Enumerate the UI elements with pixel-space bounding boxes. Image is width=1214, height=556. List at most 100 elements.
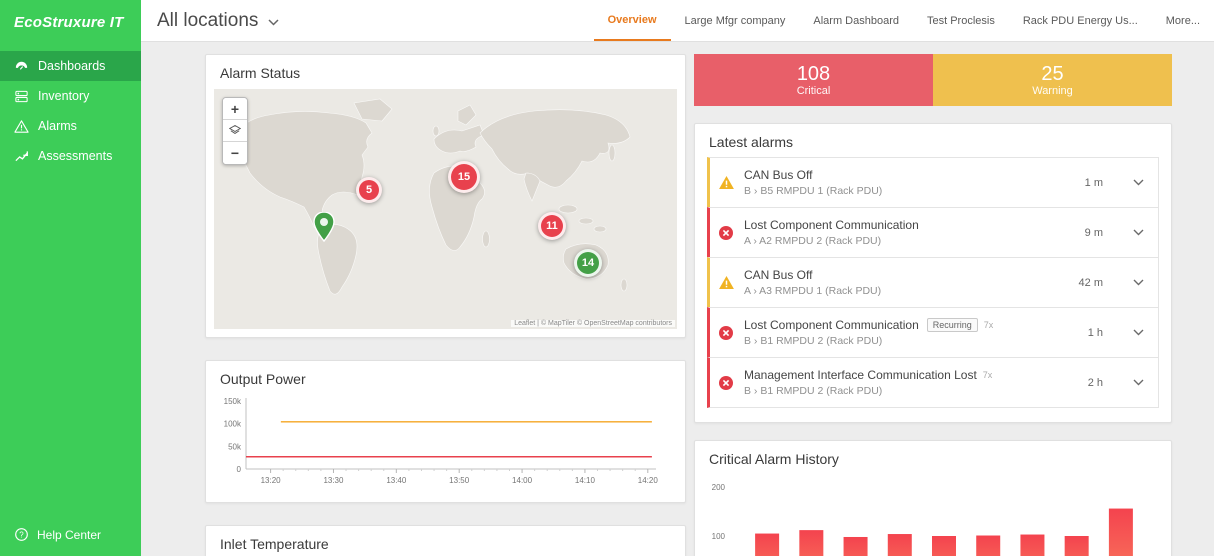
card-title: Latest alarms (695, 124, 1171, 156)
alarm-summary-row: 108 Critical 25 Warning (694, 54, 1172, 106)
warning-triangle-icon (719, 276, 734, 289)
output-power-chart: 050k100k150k13:2013:3013:4013:5014:0014:… (206, 393, 685, 502)
left-column: Alarm Status (205, 54, 686, 556)
critical-count-value: 108 (797, 63, 830, 85)
alarm-row[interactable]: CAN Bus Off A › A3 RMPDU 1 (Rack PDU) 42 m (707, 257, 1159, 308)
chevron-down-icon[interactable] (1129, 375, 1148, 390)
alarm-title: Lost Component Communication (744, 218, 919, 232)
latest-alarms-card: Latest alarms CAN Bus OffB › B5 RMPDU 1 … (694, 123, 1172, 423)
critical-alarm-history-chart: 200 100 (695, 473, 1171, 556)
dashboard-tabs: OverviewLarge Mfgr companyAlarm Dashboar… (594, 0, 1214, 41)
right-column: 108 Critical 25 Warning Latest alarms CA… (694, 54, 1172, 556)
card-title: Inlet Temperature (206, 526, 685, 556)
alarm-location: A › A3 RMPDU 1 (Rack PDU) (744, 285, 881, 297)
tab-more[interactable]: More... (1152, 0, 1214, 41)
zoom-in-button[interactable]: + (223, 98, 247, 120)
card-title: Output Power (206, 361, 685, 393)
critical-alarm-history-card: Critical Alarm History 200 100 (694, 440, 1172, 556)
card-title: Alarm Status (206, 55, 685, 87)
svg-text:200: 200 (712, 483, 726, 492)
alarm-location: B › B1 RMPDU 2 (Rack PDU) (744, 385, 992, 397)
ecostruxure-logo: EcoStruxure IT (0, 0, 141, 51)
svg-text:150k: 150k (224, 397, 242, 406)
output-power-card: Output Power 050k100k150k13:2013:3013:40… (205, 360, 686, 503)
alarm-status-card: Alarm Status (205, 54, 686, 338)
alarm-age: 1 h (1088, 327, 1119, 339)
sidebar-menu: Dashboards Inventory Alarms Assessments (0, 51, 141, 171)
latest-alarms-list: CAN Bus OffB › B5 RMPDU 1 (Rack PDU)1 mL… (707, 157, 1159, 408)
topbar: All locations OverviewLarge Mfgr company… (141, 0, 1214, 42)
location-selector[interactable]: All locations (157, 10, 279, 32)
inlet-temperature-card: Inlet Temperature 60 (205, 525, 686, 556)
alarm-location: A › A2 RMPDU 2 (Rack PDU) (744, 235, 919, 247)
map-cluster-marker[interactable]: 11 (538, 212, 566, 240)
layers-button[interactable] (223, 120, 247, 142)
main-area: All locations OverviewLarge Mfgr company… (141, 0, 1214, 556)
alarm-row[interactable]: Lost Component Communication A › A2 RMPDU… (707, 207, 1159, 258)
alarm-title: CAN Bus Off (744, 268, 812, 282)
recurrence-count: 7x (983, 370, 993, 380)
alarm-row[interactable]: CAN Bus OffB › B5 RMPDU 1 (Rack PDU)1 m (707, 157, 1159, 208)
tab-large-mfgr-company[interactable]: Large Mfgr company (671, 0, 800, 41)
alarm-row[interactable]: Lost Component CommunicationRecurring7xB… (707, 307, 1159, 358)
alarm-age: 9 m (1085, 227, 1119, 239)
alarm-title: Management Interface Communication Lost (744, 368, 977, 382)
alarm-title: Lost Component Communication (744, 318, 919, 332)
sidebar-item-label: Inventory (38, 89, 89, 103)
server-icon (14, 89, 29, 104)
sidebar: EcoStruxure IT Dashboards Inventory Alarms… (0, 0, 141, 556)
trend-icon (14, 149, 29, 164)
warning-count-tile[interactable]: 25 Warning (933, 54, 1172, 106)
critical-count-tile[interactable]: 108 Critical (694, 54, 933, 106)
world-map (214, 89, 670, 319)
critical-circle-icon (719, 326, 734, 340)
sidebar-item-dashboards[interactable]: Dashboards (0, 51, 141, 81)
alarm-status-map[interactable]: 5 15 11 14 + − Leaflet | © MapTiler © OpenS… (214, 89, 677, 329)
chevron-down-icon[interactable] (1129, 175, 1148, 190)
alarm-age: 42 m (1079, 277, 1119, 289)
card-title: Critical Alarm History (695, 441, 1171, 473)
zoom-out-button[interactable]: − (223, 142, 247, 164)
chevron-down-icon[interactable] (1129, 225, 1148, 240)
map-cluster-marker[interactable]: 15 (448, 161, 480, 193)
critical-count-label: Critical (797, 85, 831, 97)
location-selector-label: All locations (157, 10, 258, 32)
svg-text:14:00: 14:00 (512, 476, 533, 485)
sidebar-item-assessments[interactable]: Assessments (0, 141, 141, 171)
map-pin-marker[interactable] (313, 212, 335, 247)
svg-text:13:30: 13:30 (323, 476, 344, 485)
tab-alarm-dashboard[interactable]: Alarm Dashboard (799, 0, 913, 41)
help-icon: ? (14, 527, 29, 542)
alarm-row[interactable]: Management Interface Communication Lost 7… (707, 357, 1159, 408)
map-cluster-marker[interactable]: 14 (574, 249, 602, 277)
svg-text:?: ? (19, 530, 24, 539)
chevron-down-icon[interactable] (1129, 325, 1148, 340)
sidebar-item-alarms[interactable]: Alarms (0, 111, 141, 141)
svg-text:100: 100 (712, 532, 726, 541)
chevron-down-icon (268, 10, 279, 32)
sidebar-item-label: Alarms (38, 119, 77, 133)
critical-circle-icon (719, 376, 734, 390)
chevron-down-icon[interactable] (1129, 275, 1148, 290)
warning-triangle-icon (14, 119, 29, 134)
tab-test-proclesis[interactable]: Test Proclesis (913, 0, 1009, 41)
warning-count-value: 25 (1041, 63, 1063, 85)
critical-circle-icon (719, 226, 734, 240)
alarm-location: B › B1 RMPDU 2 (Rack PDU) (744, 335, 993, 347)
svg-text:0: 0 (237, 465, 242, 474)
sidebar-item-inventory[interactable]: Inventory (0, 81, 141, 111)
tab-overview[interactable]: Overview (594, 0, 671, 41)
map-attribution: Leaflet | © MapTiler © OpenStreetMap con… (511, 320, 675, 327)
alarm-age: 2 h (1088, 377, 1119, 389)
help-center-label: Help Center (37, 528, 101, 542)
alarm-title: CAN Bus Off (744, 168, 812, 182)
app-window: EcoStruxure IT Dashboards Inventory Alarms… (0, 0, 1214, 556)
help-center-button[interactable]: ? Help Center (0, 515, 141, 556)
dashboard-content: Alarm Status (141, 42, 1214, 556)
tab-rack-pdu-energy-us[interactable]: Rack PDU Energy Us... (1009, 0, 1152, 41)
map-cluster-marker[interactable]: 5 (356, 177, 382, 203)
svg-text:13:50: 13:50 (449, 476, 470, 485)
alarm-age: 1 m (1085, 177, 1119, 189)
warning-count-label: Warning (1032, 85, 1073, 97)
recurring-badge: Recurring (927, 318, 978, 332)
